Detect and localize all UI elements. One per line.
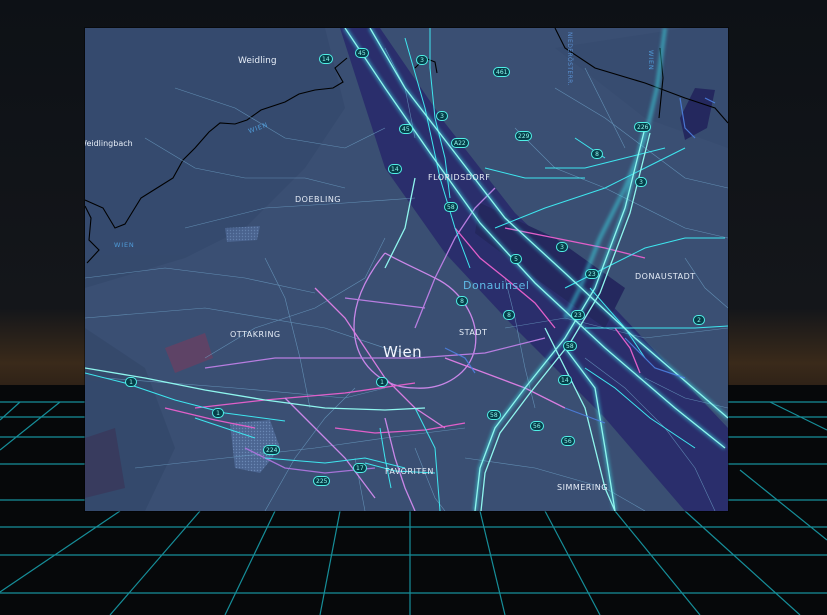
district-label-weidling: Weidling: [238, 56, 277, 66]
district-label-simmering: SIMMERING: [557, 483, 608, 492]
road-shield: 58: [444, 202, 458, 212]
road-shield: 8: [591, 149, 603, 159]
district-label-stadt: STADT: [459, 328, 488, 337]
road-shield: 17: [353, 463, 367, 473]
road-shield: 225: [313, 476, 331, 486]
road-shield: 3: [436, 111, 448, 121]
road-shield: 461: [493, 67, 511, 77]
street-label: NIEDERÖSTERR.: [566, 32, 573, 86]
road-shield: 224: [263, 445, 281, 455]
city-label: Wien: [383, 343, 423, 361]
road-shield: 14: [388, 164, 402, 174]
road-shield: 226: [634, 122, 652, 132]
district-label-doebling: DOEBLING: [295, 195, 341, 204]
district-label-donaustadt: DONAUSTADT: [635, 272, 696, 281]
road-shield: 8: [456, 296, 468, 306]
road-shield: 3: [556, 242, 568, 252]
district-label-favoriten: FAVORITEN: [385, 467, 434, 476]
road-shield: 58: [487, 410, 501, 420]
district-label-weidlingbach: Weidlingbach: [85, 139, 133, 148]
road-shield: 45: [355, 48, 369, 58]
road-shield: A22: [451, 138, 469, 148]
road-shield: 56: [530, 421, 544, 431]
road-shield: 56: [561, 436, 575, 446]
road-shield: 23: [585, 269, 599, 279]
map-panel[interactable]: Weidling Weidlingbach FLORIDSDORF DOEBLI…: [85, 28, 728, 511]
water-label-donauinsel: Donauinsel: [463, 279, 530, 292]
road-shield: 5: [510, 254, 522, 264]
road-shield: 14: [558, 375, 572, 385]
border-label: WIEN: [647, 50, 655, 71]
border-label: WIEN: [114, 241, 135, 249]
road-shield: 1: [125, 377, 137, 387]
park-area: [225, 226, 260, 242]
road-shield: 58: [563, 341, 577, 351]
road-shield: 14: [319, 54, 333, 64]
road-shield: 8: [503, 310, 515, 320]
map-canvas: [85, 28, 728, 511]
road-shield: 3: [635, 177, 647, 187]
road-shield: 2: [693, 315, 705, 325]
road-shield: 1: [376, 377, 388, 387]
road-shield: 229: [515, 131, 533, 141]
road-shield: 1: [212, 408, 224, 418]
road-shield: 23: [571, 310, 585, 320]
road-shield: 3: [416, 55, 428, 65]
district-label-floridsdorf: FLORIDSDORF: [428, 173, 491, 182]
district-label-ottakring: OTTAKRING: [230, 330, 281, 339]
road-shield: 45: [399, 124, 413, 134]
